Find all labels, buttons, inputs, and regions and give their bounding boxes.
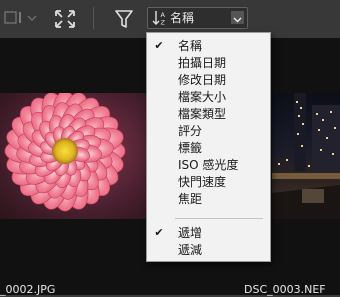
sort-field-label: 名稱	[170, 11, 195, 25]
window-light	[334, 127, 336, 129]
window-light	[308, 165, 310, 167]
fit-screen-icon[interactable]	[54, 9, 76, 33]
chevron-down-icon[interactable]	[231, 11, 244, 24]
svg-text:Z: Z	[161, 19, 166, 27]
sort-option-file-size[interactable]: 檔案大小	[147, 89, 270, 105]
window-light	[320, 149, 322, 151]
window-light	[286, 159, 288, 161]
sort-dropdown-button[interactable]: A Z 名稱	[147, 7, 248, 29]
thumbnail-flower-photo[interactable]	[0, 93, 150, 219]
window-light	[296, 101, 298, 103]
menu-divider	[175, 218, 263, 219]
sort-option-rating[interactable]: 評分	[147, 123, 270, 139]
toolbar-divider	[93, 7, 94, 29]
window-light	[301, 145, 303, 147]
window-light	[302, 123, 304, 125]
sort-option-file-type[interactable]: 檔案類型	[147, 106, 270, 122]
dahlia-center	[52, 138, 78, 164]
sort-menu: ✔ 名稱 拍攝日期 修改日期 檔案大小 檔案類型 評分 標籤 ISO 感光度 快…	[146, 32, 271, 262]
sort-order-descending[interactable]: 遞減	[147, 242, 270, 258]
sort-option-focal-length[interactable]: 焦距	[147, 191, 270, 207]
sort-option-modified-date[interactable]: 修改日期	[147, 72, 270, 88]
thumbnail-night-city-photo[interactable]	[272, 93, 340, 219]
sort-option-capture-date[interactable]: 拍攝日期	[147, 55, 270, 71]
window-light	[322, 119, 324, 121]
window-light	[326, 137, 328, 139]
window-light	[316, 113, 318, 115]
window-light	[330, 111, 332, 113]
sort-ascending-icon: A Z	[152, 10, 168, 30]
check-icon: ✔	[154, 39, 164, 52]
window-light	[318, 129, 320, 131]
sort-option-label[interactable]: 標籤	[147, 140, 270, 156]
window-light	[297, 133, 299, 135]
list-view-icon[interactable]	[4, 10, 38, 30]
sort-option-name[interactable]: ✔ 名稱	[147, 38, 270, 54]
filter-funnel-icon[interactable]	[114, 9, 134, 33]
window-light	[332, 153, 334, 155]
window-light	[300, 107, 302, 109]
sort-order-ascending[interactable]: ✔ 遞增	[147, 225, 270, 241]
sort-option-iso[interactable]: ISO 感光度	[147, 157, 270, 173]
check-icon: ✔	[154, 226, 164, 239]
window-light	[278, 163, 280, 165]
sort-option-shutter-speed[interactable]: 快門速度	[147, 174, 270, 190]
window-light	[298, 115, 300, 117]
